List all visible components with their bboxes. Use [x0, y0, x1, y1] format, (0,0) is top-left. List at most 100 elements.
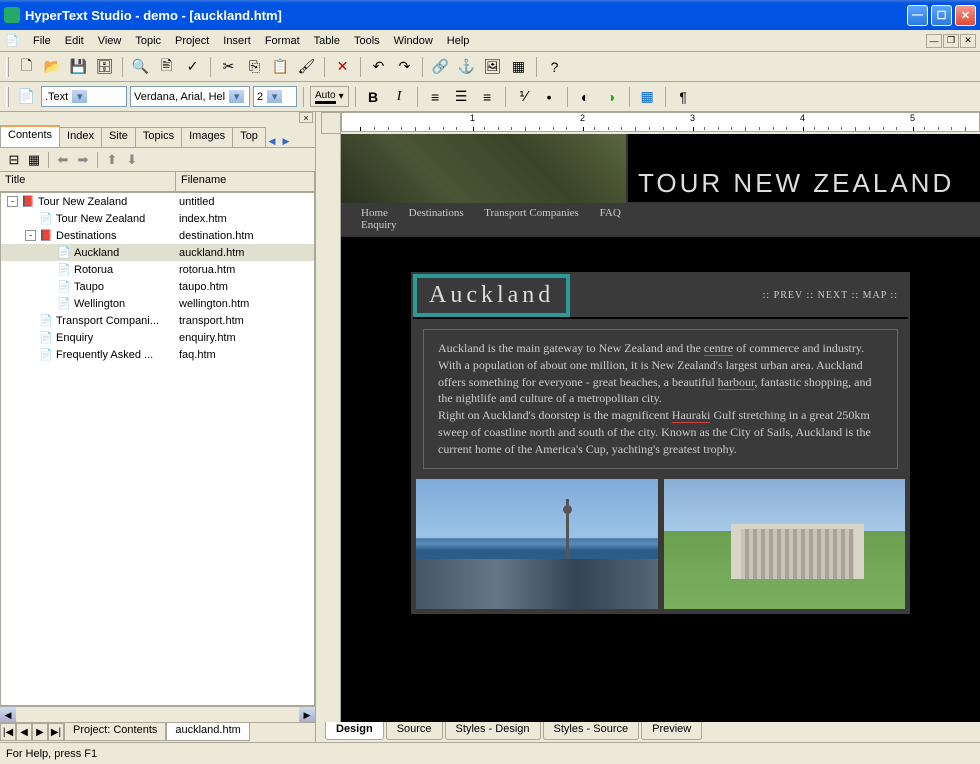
- toolbar-grip[interactable]: [6, 57, 9, 77]
- tab-topics[interactable]: Topics: [135, 127, 182, 147]
- undo-icon[interactable]: ↶: [367, 55, 390, 78]
- view-tree-icon[interactable]: ⊟: [4, 150, 24, 170]
- tab-preview[interactable]: Preview: [641, 722, 702, 740]
- nav-home[interactable]: Home: [361, 207, 388, 219]
- nav-forward-icon[interactable]: ➡: [73, 150, 93, 170]
- save-all-icon[interactable]: 🗄: [93, 55, 116, 78]
- tab-nav-last[interactable]: ▶|: [48, 723, 64, 741]
- print-icon[interactable]: 🖹: [155, 55, 178, 78]
- tree-row[interactable]: 📄Transport Compani...transport.htm: [1, 312, 314, 329]
- tab-images[interactable]: Images: [181, 127, 233, 147]
- tab-styles-design[interactable]: Styles - Design: [445, 722, 541, 740]
- mdi-close-button[interactable]: ✕: [960, 34, 976, 48]
- anchor-icon[interactable]: ⚓: [455, 55, 478, 78]
- menu-edit[interactable]: Edit: [58, 33, 91, 49]
- cut-icon[interactable]: ✂: [217, 55, 240, 78]
- menu-tools[interactable]: Tools: [347, 33, 387, 49]
- tab-nav-first[interactable]: |◀: [0, 723, 16, 741]
- close-button[interactable]: ✕: [955, 5, 976, 26]
- paste-icon[interactable]: 📋: [269, 55, 292, 78]
- panel-close-button[interactable]: ×: [299, 112, 313, 123]
- tab-index[interactable]: Index: [59, 127, 102, 147]
- nav-back-icon[interactable]: ⬅: [53, 150, 73, 170]
- page-links[interactable]: :: PREV :: NEXT :: MAP ::: [570, 274, 908, 317]
- tab-project-contents[interactable]: Project: Contents: [64, 723, 166, 741]
- menu-topic[interactable]: Topic: [128, 33, 168, 49]
- copy-icon[interactable]: ⎘: [243, 55, 266, 78]
- tree-row[interactable]: 📄Wellingtonwellington.htm: [1, 295, 314, 312]
- tab-scroll-right[interactable]: ▶: [279, 136, 293, 147]
- menu-insert[interactable]: Insert: [216, 33, 258, 49]
- tab-current-file[interactable]: auckland.htm: [166, 723, 249, 741]
- bold-button[interactable]: B: [362, 85, 385, 108]
- paragraph-icon[interactable]: 📄: [15, 85, 38, 108]
- menu-table[interactable]: Table: [307, 33, 347, 49]
- view-grid-icon[interactable]: ▦: [24, 150, 44, 170]
- tab-site[interactable]: Site: [101, 127, 136, 147]
- nav-faq[interactable]: FAQ: [600, 207, 621, 219]
- preview-icon[interactable]: 🔍: [129, 55, 152, 78]
- tree-row[interactable]: -📕Tour New Zealanduntitled: [1, 193, 314, 210]
- tree-toggle[interactable]: -: [7, 196, 18, 207]
- image-icon[interactable]: 🖼: [481, 55, 504, 78]
- open-icon[interactable]: 📂: [41, 55, 64, 78]
- tree-row[interactable]: 📄Tour New Zealandindex.htm: [1, 210, 314, 227]
- style-combo[interactable]: .Text▾: [41, 86, 127, 107]
- menu-file[interactable]: File: [26, 33, 58, 49]
- tree-row[interactable]: 📄Frequently Asked ...faq.htm: [1, 346, 314, 363]
- menu-project[interactable]: Project: [168, 33, 216, 49]
- insert-table-icon[interactable]: ▦: [636, 85, 659, 108]
- mdi-restore-button[interactable]: ❐: [943, 34, 959, 48]
- tree-row[interactable]: 📄Aucklandauckland.htm: [1, 244, 314, 261]
- table-icon[interactable]: ▦: [507, 55, 530, 78]
- menu-view[interactable]: View: [91, 33, 129, 49]
- delete-icon[interactable]: ✕: [331, 55, 354, 78]
- panel-hscrollbar[interactable]: ◀▶: [0, 706, 315, 722]
- design-canvas[interactable]: TOUR NEW ZEALAND Home Destinations Trans…: [341, 134, 980, 722]
- body-text[interactable]: Auckland is the main gateway to New Zeal…: [423, 329, 898, 469]
- project-tree[interactable]: -📕Tour New Zealanduntitled📄Tour New Zeal…: [0, 192, 315, 706]
- font-combo[interactable]: Verdana, Arial, Hel▾: [130, 86, 250, 107]
- align-right-icon[interactable]: ≡: [476, 85, 499, 108]
- tab-nav-prev[interactable]: ◀: [16, 723, 32, 741]
- col-title[interactable]: Title: [0, 172, 176, 191]
- bullet-list-icon[interactable]: •: [538, 85, 561, 108]
- format-painter-icon[interactable]: 🖌: [295, 55, 318, 78]
- vertical-ruler[interactable]: [321, 134, 341, 722]
- tab-source[interactable]: Source: [386, 722, 443, 740]
- toolbar-grip[interactable]: [6, 87, 9, 107]
- tree-row[interactable]: 📄Enquiryenquiry.htm: [1, 329, 314, 346]
- tab-design[interactable]: Design: [325, 722, 384, 740]
- tree-row[interactable]: 📄Rotoruarotorua.htm: [1, 261, 314, 278]
- tab-contents[interactable]: Contents: [0, 125, 60, 147]
- new-icon[interactable]: 🗋: [15, 55, 38, 78]
- minimize-button[interactable]: —: [907, 5, 928, 26]
- nav-transport[interactable]: Transport Companies: [484, 207, 579, 219]
- show-formatting-icon[interactable]: ¶: [672, 85, 695, 108]
- nav-enquiry[interactable]: Enquiry: [361, 219, 396, 231]
- menu-help[interactable]: Help: [440, 33, 477, 49]
- move-down-icon[interactable]: ⬇: [122, 150, 142, 170]
- redo-icon[interactable]: ↷: [393, 55, 416, 78]
- superscript-icon[interactable]: ◑: [600, 85, 623, 108]
- tab-styles-source[interactable]: Styles - Source: [543, 722, 640, 740]
- help-icon[interactable]: ?: [543, 55, 566, 78]
- menu-format[interactable]: Format: [258, 33, 307, 49]
- numbered-list-icon[interactable]: ⅟: [512, 85, 535, 108]
- tab-nav-next[interactable]: ▶: [32, 723, 48, 741]
- menu-window[interactable]: Window: [387, 33, 440, 49]
- col-filename[interactable]: Filename: [176, 172, 315, 191]
- spellcheck-icon[interactable]: ✓: [181, 55, 204, 78]
- horizontal-ruler[interactable]: 12345: [341, 112, 980, 132]
- tree-toggle[interactable]: -: [25, 230, 36, 241]
- color-auto-button[interactable]: Auto▾: [310, 86, 349, 107]
- link-icon[interactable]: 🔗: [429, 55, 452, 78]
- align-left-icon[interactable]: ≡: [424, 85, 447, 108]
- subscript-icon[interactable]: ◐: [574, 85, 597, 108]
- size-combo[interactable]: 2▾: [253, 86, 297, 107]
- tab-top[interactable]: Top: [232, 127, 266, 147]
- mdi-minimize-button[interactable]: —: [926, 34, 942, 48]
- tab-scroll-left[interactable]: ◀: [265, 136, 279, 147]
- tree-row[interactable]: -📕Destinationsdestination.htm: [1, 227, 314, 244]
- maximize-button[interactable]: ☐: [931, 5, 952, 26]
